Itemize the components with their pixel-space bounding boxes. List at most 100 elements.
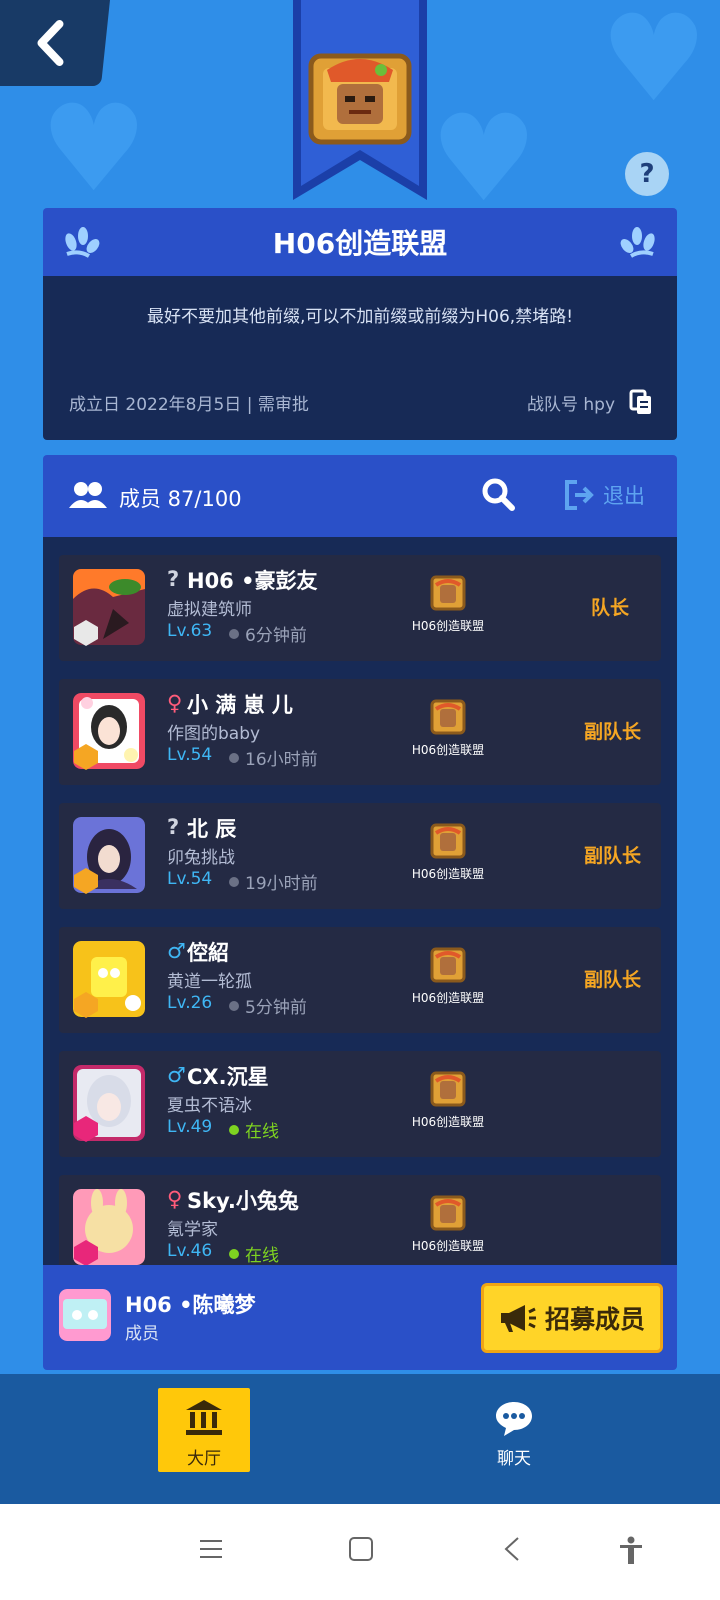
clan-description: 最好不要加其他前缀,可以不加前缀或前缀为H06,禁堵路! <box>146 307 574 327</box>
member-level: Lv.49 <box>167 1117 213 1137</box>
member-level: Lv.54 <box>167 869 213 889</box>
status-text: 6分钟前 <box>245 626 307 646</box>
member-row[interactable]: ♀ 小 满 崽 儿 作图的baby Lv.54 16小时前 H06创造联盟 副队… <box>59 679 661 785</box>
member-clan: H06创造联盟 <box>403 1071 493 1130</box>
background-heart: ♥ <box>600 0 708 129</box>
tab-chat[interactable]: 聊天 <box>468 1388 560 1472</box>
clan-info: 最好不要加其他前缀,可以不加前缀或前缀为H06,禁堵路! 成立日 2022年8月… <box>43 276 677 440</box>
member-name: 北 辰 <box>187 817 237 841</box>
clan-team-id: 战队号 hpy <box>526 395 615 415</box>
badge-icon <box>74 1240 98 1265</box>
member-status: 19小时前 <box>229 869 318 894</box>
member-title: 卯兔挑战 <box>167 848 235 868</box>
member-clan-name: H06创造联盟 <box>411 743 485 757</box>
member-clan: H06创造联盟 <box>403 1195 493 1254</box>
copy-icon[interactable] <box>629 389 653 415</box>
members-panel: 成员 87/100 退出 ? H06 •豪彭友 虚拟建筑师 Lv.63 6分钟前… <box>43 455 677 1370</box>
status-text: 在线 <box>245 1246 279 1265</box>
member-clan: H06创造联盟 <box>403 947 493 1006</box>
member-row[interactable]: ♂ 倥紹 黄道一轮孤 Lv.26 5分钟前 H06创造联盟 副队长 <box>59 927 661 1033</box>
member-row[interactable]: ♀ Sky.小兔兔 氪学家 Lv.46 在线 H06创造联盟 <box>59 1175 661 1265</box>
gender-icon: ? <box>167 567 180 591</box>
background-heart: ♥ <box>40 80 148 219</box>
member-name: Sky.小兔兔 <box>187 1189 299 1213</box>
member-clan: H06创造联盟 <box>403 823 493 882</box>
member-name: H06 •豪彭友 <box>187 569 318 593</box>
status-text: 在线 <box>245 1122 279 1142</box>
home-icon[interactable] <box>348 1536 374 1562</box>
member-title: 黄道一轮孤 <box>167 972 252 992</box>
status-dot <box>229 1248 239 1259</box>
badge-icon <box>74 992 98 1018</box>
accessibility-icon[interactable] <box>618 1536 644 1566</box>
help-button[interactable]: ? <box>625 152 669 196</box>
member-row[interactable]: ♂ CX.沉星 夏虫不语冰 Lv.49 在线 H06创造联盟 <box>59 1051 661 1157</box>
exit-button[interactable]: 退出 <box>563 479 645 511</box>
clan-emblem-icon <box>430 1071 466 1107</box>
background-heart: ♥ <box>430 90 538 229</box>
member-status: 在线 <box>229 1241 279 1265</box>
back-button[interactable] <box>0 0 110 86</box>
chevron-left-icon <box>37 20 64 66</box>
search-icon[interactable] <box>481 477 515 511</box>
clan-emblem-icon <box>430 1195 466 1231</box>
clan-emblem-icon <box>430 947 466 983</box>
gender-icon: ? <box>167 815 180 839</box>
member-role: 副队长 <box>583 845 641 867</box>
members-icon <box>69 482 107 508</box>
member-clan: H06创造联盟 <box>403 575 493 634</box>
laurel-left-icon <box>65 227 100 258</box>
member-row[interactable]: ? 北 辰 卯兔挑战 Lv.54 19小时前 H06创造联盟 副队长 <box>59 803 661 909</box>
exit-label: 退出 <box>603 484 645 508</box>
member-name: 倥紹 <box>187 941 229 965</box>
member-title: 夏虫不语冰 <box>167 1096 252 1116</box>
member-level: Lv.46 <box>167 1241 213 1261</box>
back-nav-icon[interactable] <box>500 1536 526 1562</box>
status-text: 5分钟前 <box>245 998 307 1018</box>
members-count: 成员 87/100 <box>119 487 242 511</box>
member-row[interactable]: ? H06 •豪彭友 虚拟建筑师 Lv.63 6分钟前 H06创造联盟 队长 <box>59 555 661 661</box>
member-title: 氪学家 <box>167 1220 218 1240</box>
clan-banner <box>293 0 427 200</box>
member-status: 16小时前 <box>229 745 318 770</box>
clan-emblem-icon <box>430 823 466 859</box>
member-title: 作图的baby <box>167 724 261 744</box>
clan-emblem-icon <box>430 575 466 611</box>
recruit-label: 招募成员 <box>544 1305 645 1334</box>
tab-hall-label: 大厅 <box>187 1449 221 1469</box>
status-dot <box>229 876 239 887</box>
member-status: 6分钟前 <box>229 621 307 646</box>
chat-icon <box>496 1402 532 1436</box>
member-list[interactable]: ? H06 •豪彭友 虚拟建筑师 Lv.63 6分钟前 H06创造联盟 队长 ♀ <box>43 537 677 1265</box>
member-clan-name: H06创造联盟 <box>411 991 485 1005</box>
member-clan: H06创造联盟 <box>403 699 493 758</box>
clan-emblem-icon <box>430 699 466 735</box>
menu-icon[interactable] <box>198 1536 224 1562</box>
system-nav-bar <box>0 1504 720 1600</box>
gender-icon: ♂ <box>167 1063 186 1087</box>
member-status: 5分钟前 <box>229 993 307 1018</box>
members-header: 成员 87/100 退出 <box>43 455 677 537</box>
self-avatar <box>59 1289 111 1341</box>
exit-icon <box>565 480 594 510</box>
member-role: 副队长 <box>583 969 641 991</box>
hall-icon <box>186 1400 222 1435</box>
status-dot <box>229 752 239 763</box>
member-role: 副队长 <box>583 721 641 743</box>
badge-icon <box>74 620 98 646</box>
member-level: Lv.54 <box>167 745 213 765</box>
member-clan-name: H06创造联盟 <box>411 1239 485 1253</box>
member-role: 队长 <box>590 597 629 619</box>
recruit-button[interactable]: 招募成员 <box>481 1283 663 1353</box>
badge-icon <box>74 1116 98 1142</box>
member-level: Lv.26 <box>167 993 213 1013</box>
clan-header: H06创造联盟 <box>43 208 677 276</box>
clan-title: H06创造联盟 <box>272 227 448 260</box>
badge-icon <box>74 868 98 894</box>
self-bar: H06 •陈曦梦 成员 招募成员 <box>43 1265 677 1370</box>
gender-icon: ♀ <box>167 1187 183 1211</box>
gender-icon: ♂ <box>167 939 186 963</box>
laurel-right-icon <box>620 227 655 258</box>
tab-hall[interactable]: 大厅 <box>158 1388 250 1472</box>
megaphone-icon <box>500 1305 536 1332</box>
